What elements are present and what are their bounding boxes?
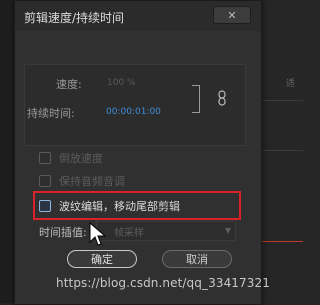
maintain-audio-pitch-label: 保持音频音调 xyxy=(59,175,125,188)
chevron-down-icon: ▼ xyxy=(225,226,232,235)
reverse-speed-option[interactable]: 倒放速度 xyxy=(39,150,103,166)
close-button[interactable]: ✕ xyxy=(213,6,251,24)
cancel-button[interactable]: 取消 xyxy=(162,250,232,268)
maintain-audio-pitch-checkbox[interactable] xyxy=(39,175,51,187)
duration-label: 持续时间: xyxy=(27,107,75,120)
watermark-text: https://blog.csdn.net/qq_33417321 xyxy=(56,276,270,290)
annotation-highlight-box xyxy=(33,191,241,220)
reverse-speed-label: 倒放速度 xyxy=(59,152,103,165)
ok-button[interactable]: 确定 xyxy=(67,250,137,268)
time-interpolation-label: 时间插值: xyxy=(39,226,87,239)
reverse-speed-checkbox[interactable] xyxy=(39,152,51,164)
duration-field[interactable]: 00:00:01:00 xyxy=(106,107,161,117)
mouse-pointer-icon xyxy=(89,222,107,246)
background-panel-text: 适 xyxy=(286,79,296,89)
speed-label: 速度: xyxy=(56,78,82,91)
maintain-audio-pitch-option[interactable]: 保持音频音调 xyxy=(39,173,125,189)
time-interpolation-value: 帧采样 xyxy=(114,228,144,239)
dialog-title: 剪辑速度/持续时间 xyxy=(24,11,125,25)
timeline-playhead-line xyxy=(262,241,303,242)
close-icon: ✕ xyxy=(227,8,237,22)
timeline-divider xyxy=(260,100,303,101)
timeline-divider xyxy=(260,150,303,151)
speed-field[interactable]: 100 % xyxy=(107,78,136,88)
left-panel-edge xyxy=(0,0,14,303)
chain-link-icon[interactable] xyxy=(218,90,226,106)
dialog-titlebar[interactable]: 剪辑速度/持续时间 ✕ xyxy=(15,1,261,31)
link-bracket xyxy=(192,85,200,113)
